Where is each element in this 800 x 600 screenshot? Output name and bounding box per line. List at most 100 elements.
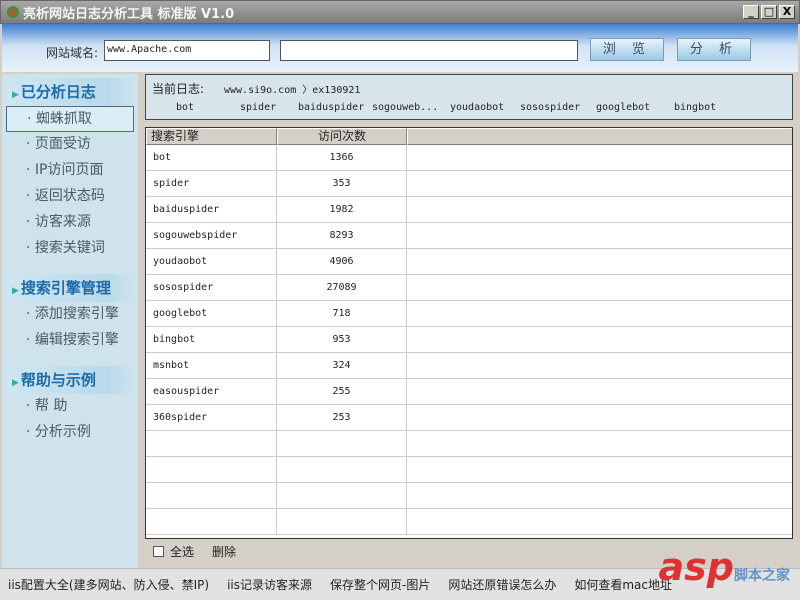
empty-cell: [407, 483, 792, 508]
visits-cell: 718: [277, 301, 407, 326]
sidebar: ▶ 已分析日志 · 蜘蛛抓取 · 页面受访 · IP访问页面 · 返回状态码 · 访客来源 ·…: [2, 74, 138, 568]
triangle-icon: ▶: [12, 378, 19, 388]
column-header-visits[interactable]: 访问次数: [277, 128, 407, 145]
status-link[interactable]: 保存整个网页-图片: [330, 576, 430, 593]
table-row[interactable]: msnbot 324: [146, 353, 792, 379]
log-path-input[interactable]: [280, 40, 578, 61]
visits-cell: 353: [277, 171, 407, 196]
table-row[interactable]: baiduspider 1982: [146, 197, 792, 223]
results-table: 搜索引擎 访问次数 bot 1366 spider 353 baiduspider 198…: [145, 127, 793, 539]
table-row[interactable]: bot 1366: [146, 145, 792, 171]
visits-cell: 253: [277, 405, 407, 430]
close-button[interactable]: X: [779, 5, 795, 19]
status-link[interactable]: 网站还原错误怎么办: [448, 576, 556, 593]
current-log-path: www.si9o.com 〉ex130921: [224, 85, 361, 96]
engine-cell: googlebot: [146, 301, 277, 326]
engine-tab[interactable]: bot: [176, 102, 194, 113]
sidebar-section-title: 已分析日志: [20, 83, 96, 101]
analyze-button[interactable]: 分 析: [677, 38, 751, 61]
visits-cell: 324: [277, 353, 407, 378]
visits-cell: 4906: [277, 249, 407, 274]
empty-cell: [407, 405, 792, 430]
sidebar-item[interactable]: · 帮 助: [6, 394, 134, 420]
triangle-icon: ▶: [12, 286, 19, 296]
sidebar-section-title: 搜索引擎管理: [20, 279, 111, 297]
engine-cell: [146, 509, 277, 534]
engine-tab[interactable]: googlebot: [596, 102, 650, 113]
table-row[interactable]: [146, 509, 792, 535]
watermark-logo: asp脚本之家: [658, 545, 790, 589]
engine-tab[interactable]: bingbot: [674, 102, 716, 113]
engine-cell: baiduspider: [146, 197, 277, 222]
empty-cell: [407, 457, 792, 482]
select-all-label[interactable]: 全选: [170, 543, 194, 560]
engine-cell: spider: [146, 171, 277, 196]
toolbar: 网站域名: www.Apache.com 浏 览 分 析: [2, 24, 798, 72]
empty-cell: [407, 275, 792, 300]
table-row[interactable]: [146, 457, 792, 483]
status-link[interactable]: iis记录访客来源: [227, 576, 312, 593]
empty-cell: [407, 223, 792, 248]
engine-tab[interactable]: spider: [240, 102, 276, 113]
table-row[interactable]: sosospider 27089: [146, 275, 792, 301]
empty-cell: [407, 431, 792, 456]
table-row[interactable]: [146, 431, 792, 457]
table-row[interactable]: bingbot 953: [146, 327, 792, 353]
table-row[interactable]: [146, 483, 792, 509]
triangle-icon: ▶: [12, 90, 19, 100]
table-row[interactable]: sogouwebspider 8293: [146, 223, 792, 249]
sidebar-item[interactable]: · 添加搜索引擎: [6, 302, 134, 328]
domain-input[interactable]: www.Apache.com: [104, 40, 270, 61]
empty-cell: [407, 509, 792, 534]
engine-tab[interactable]: baiduspider: [298, 102, 364, 113]
sidebar-item[interactable]: · 编辑搜索引擎: [6, 328, 134, 354]
visits-cell: 8293: [277, 223, 407, 248]
domain-label: 网站域名:: [46, 46, 99, 60]
visits-cell: [277, 509, 407, 534]
sidebar-section-header[interactable]: ▶ 搜索引擎管理: [6, 274, 134, 302]
column-header-engine[interactable]: 搜索引擎: [146, 128, 277, 145]
empty-cell: [407, 379, 792, 404]
visits-cell: 255: [277, 379, 407, 404]
table-row[interactable]: 360spider 253: [146, 405, 792, 431]
minimize-button[interactable]: _: [743, 5, 759, 19]
empty-cell: [407, 301, 792, 326]
sidebar-item[interactable]: · 返回状态码: [6, 184, 134, 210]
empty-cell: [407, 197, 792, 222]
sidebar-item[interactable]: · 访客来源: [6, 210, 134, 236]
engine-cell: easouspider: [146, 379, 277, 404]
delete-button[interactable]: 删除: [212, 543, 236, 560]
table-row[interactable]: easouspider 255: [146, 379, 792, 405]
table-row[interactable]: spider 353: [146, 171, 792, 197]
sidebar-item[interactable]: · 页面受访: [6, 132, 134, 158]
engine-cell: sogouwebspider: [146, 223, 277, 248]
browse-button[interactable]: 浏 览: [590, 38, 664, 61]
sidebar-section-header[interactable]: ▶ 已分析日志: [6, 78, 134, 106]
sidebar-item[interactable]: · IP访问页面: [6, 158, 134, 184]
table-row[interactable]: youdaobot 4906: [146, 249, 792, 275]
title-bar: 亮析网站日志分析工具 标准版 V1.0 _ □ X: [0, 0, 800, 24]
sidebar-item[interactable]: · 分析示例: [6, 420, 134, 446]
engine-cell: msnbot: [146, 353, 277, 378]
status-link[interactable]: 如何查看mac地址: [574, 576, 672, 593]
current-log-panel: 当前日志: www.si9o.com 〉ex130921 bot spider ba…: [145, 74, 793, 120]
sidebar-section-header[interactable]: ▶ 帮助与示例: [6, 366, 134, 394]
table-row[interactable]: googlebot 718: [146, 301, 792, 327]
column-header-empty: [407, 128, 792, 145]
engine-cell: [146, 431, 277, 456]
engine-cell: [146, 483, 277, 508]
app-icon: [7, 6, 19, 18]
sidebar-item[interactable]: · 蜘蛛抓取: [6, 106, 134, 132]
maximize-button[interactable]: □: [761, 5, 777, 19]
sidebar-section-title: 帮助与示例: [20, 371, 96, 389]
empty-cell: [407, 327, 792, 352]
visits-cell: [277, 457, 407, 482]
engine-tab[interactable]: sogouweb...: [372, 102, 438, 113]
visits-cell: 1982: [277, 197, 407, 222]
sidebar-item[interactable]: · 搜索关键词: [6, 236, 134, 262]
select-all-checkbox[interactable]: [153, 546, 164, 557]
status-link[interactable]: iis配置大全(建多网站、防入侵、禁IP): [8, 576, 209, 593]
engine-tab[interactable]: sosospider: [520, 102, 580, 113]
engine-cell: bot: [146, 145, 277, 170]
engine-tab[interactable]: youdaobot: [450, 102, 504, 113]
